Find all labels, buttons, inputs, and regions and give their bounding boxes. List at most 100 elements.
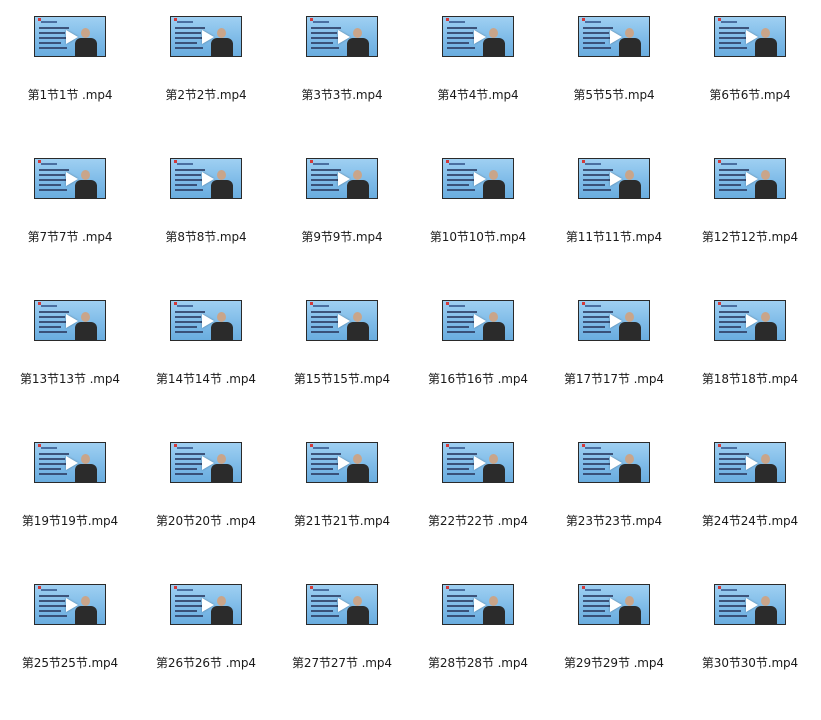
- file-name-label[interactable]: 第22节22节 .mp4: [406, 513, 550, 529]
- file-name-label[interactable]: 第25节25节.mp4: [0, 655, 142, 671]
- slide-text-line: [175, 331, 203, 333]
- slide-text-line: [39, 331, 67, 333]
- file-item-26[interactable]: 第26节26节 .mp4: [138, 578, 274, 720]
- file-name-label[interactable]: 第15节15节.mp4: [270, 371, 414, 387]
- slide-text-line: [447, 458, 473, 460]
- file-item-18[interactable]: 第18节18节.mp4: [682, 294, 818, 436]
- file-name-label[interactable]: 第17节17节 .mp4: [542, 371, 686, 387]
- file-name-label[interactable]: 第21节21节.mp4: [270, 513, 414, 529]
- file-item-2[interactable]: 第2节2节.mp4: [138, 10, 274, 152]
- slide-text-line: [175, 47, 203, 49]
- file-item-11[interactable]: 第11节11节.mp4: [546, 152, 682, 294]
- file-item-17[interactable]: 第17节17节 .mp4: [546, 294, 682, 436]
- file-name-label[interactable]: 第12节12节.mp4: [678, 229, 821, 245]
- file-item-10[interactable]: 第10节10节.mp4: [410, 152, 546, 294]
- play-icon: [746, 30, 758, 44]
- file-item-16[interactable]: 第16节16节 .mp4: [410, 294, 546, 436]
- slide-text-line: [39, 47, 67, 49]
- video-thumbnail-icon: [714, 442, 786, 483]
- file-name-label[interactable]: 第27节27节 .mp4: [270, 655, 414, 671]
- file-item-14[interactable]: 第14节14节 .mp4: [138, 294, 274, 436]
- file-item-21[interactable]: 第21节21节.mp4: [274, 436, 410, 578]
- file-item-7[interactable]: 第7节7节 .mp4: [2, 152, 138, 294]
- slide-text-line: [39, 615, 67, 617]
- play-icon: [338, 172, 350, 186]
- file-item-25[interactable]: 第25节25节.mp4: [2, 578, 138, 720]
- file-name-label[interactable]: 第18节18节.mp4: [678, 371, 821, 387]
- file-item-8[interactable]: 第8节8节.mp4: [138, 152, 274, 294]
- slide-text-line: [175, 326, 197, 328]
- slide-title-bar: [313, 305, 329, 307]
- file-name-label[interactable]: 第4节4节.mp4: [406, 87, 550, 103]
- slide-text-line: [311, 600, 337, 602]
- file-item-29[interactable]: 第29节29节 .mp4: [546, 578, 682, 720]
- file-item-9[interactable]: 第9节9节.mp4: [274, 152, 410, 294]
- presenter-figure: [75, 452, 97, 482]
- file-item-23[interactable]: 第23节23节.mp4: [546, 436, 682, 578]
- video-thumbnail-icon: [442, 16, 514, 57]
- file-item-30[interactable]: 第30节30节.mp4: [682, 578, 818, 720]
- file-item-24[interactable]: 第24节24节.mp4: [682, 436, 818, 578]
- file-name-label[interactable]: 第1节1节 .mp4: [0, 87, 142, 103]
- video-thumbnail-icon: [442, 442, 514, 483]
- file-item-1[interactable]: 第1节1节 .mp4: [2, 10, 138, 152]
- video-thumbnail-icon: [714, 300, 786, 341]
- file-item-5[interactable]: 第5节5节.mp4: [546, 10, 682, 152]
- file-name-label[interactable]: 第3节3节.mp4: [270, 87, 414, 103]
- slide-text-line: [175, 473, 203, 475]
- file-name-label[interactable]: 第20节20节 .mp4: [134, 513, 278, 529]
- slide-text-line: [583, 473, 611, 475]
- file-name-label[interactable]: 第24节24节.mp4: [678, 513, 821, 529]
- file-name-label[interactable]: 第26节26节 .mp4: [134, 655, 278, 671]
- slide-text-line: [447, 615, 475, 617]
- slide-text-line: [39, 189, 67, 191]
- file-name-label[interactable]: 第5节5节.mp4: [542, 87, 686, 103]
- file-name-label[interactable]: 第11节11节.mp4: [542, 229, 686, 245]
- slide-text-line: [311, 32, 337, 34]
- file-item-13[interactable]: 第13节13节 .mp4: [2, 294, 138, 436]
- file-name-label[interactable]: 第28节28节 .mp4: [406, 655, 550, 671]
- presenter-figure: [755, 168, 777, 198]
- slide-text-line: [447, 316, 473, 318]
- file-item-19[interactable]: 第19节19节.mp4: [2, 436, 138, 578]
- slide-text-line: [311, 473, 339, 475]
- file-item-22[interactable]: 第22节22节 .mp4: [410, 436, 546, 578]
- slide-text-line: [447, 174, 473, 176]
- file-name-label[interactable]: 第9节9节.mp4: [270, 229, 414, 245]
- file-name-label[interactable]: 第29节29节 .mp4: [542, 655, 686, 671]
- file-item-6[interactable]: 第6节6节.mp4: [682, 10, 818, 152]
- video-thumbnail-icon: [442, 584, 514, 625]
- file-item-27[interactable]: 第27节27节 .mp4: [274, 578, 410, 720]
- presenter-figure: [619, 452, 641, 482]
- file-name-label[interactable]: 第8节8节.mp4: [134, 229, 278, 245]
- file-name-label[interactable]: 第16节16节 .mp4: [406, 371, 550, 387]
- file-item-15[interactable]: 第15节15节.mp4: [274, 294, 410, 436]
- file-name-label[interactable]: 第7节7节 .mp4: [0, 229, 142, 245]
- slide-text-line: [719, 615, 747, 617]
- slide-text-line: [719, 331, 747, 333]
- play-icon: [66, 456, 78, 470]
- file-item-20[interactable]: 第20节20节 .mp4: [138, 436, 274, 578]
- video-thumbnail-icon: [578, 300, 650, 341]
- video-thumbnail-icon: [170, 158, 242, 199]
- slide-title-bar: [313, 589, 329, 591]
- file-name-label[interactable]: 第14节14节 .mp4: [134, 371, 278, 387]
- file-name-label[interactable]: 第2节2节.mp4: [134, 87, 278, 103]
- file-name-label[interactable]: 第23节23节.mp4: [542, 513, 686, 529]
- presenter-figure: [211, 594, 233, 624]
- file-name-label[interactable]: 第13节13节 .mp4: [0, 371, 142, 387]
- slide-text-line: [311, 595, 341, 597]
- file-name-label[interactable]: 第10节10节.mp4: [406, 229, 550, 245]
- file-name-label[interactable]: 第19节19节.mp4: [0, 513, 142, 529]
- file-item-3[interactable]: 第3节3节.mp4: [274, 10, 410, 152]
- play-icon: [746, 456, 758, 470]
- file-name-label[interactable]: 第6节6节.mp4: [678, 87, 821, 103]
- play-icon: [610, 456, 622, 470]
- file-item-4[interactable]: 第4节4节.mp4: [410, 10, 546, 152]
- file-item-28[interactable]: 第28节28节 .mp4: [410, 578, 546, 720]
- presenter-figure: [347, 452, 369, 482]
- presenter-figure: [211, 310, 233, 340]
- file-item-12[interactable]: 第12节12节.mp4: [682, 152, 818, 294]
- file-name-label[interactable]: 第30节30节.mp4: [678, 655, 821, 671]
- slide-text-line: [719, 468, 741, 470]
